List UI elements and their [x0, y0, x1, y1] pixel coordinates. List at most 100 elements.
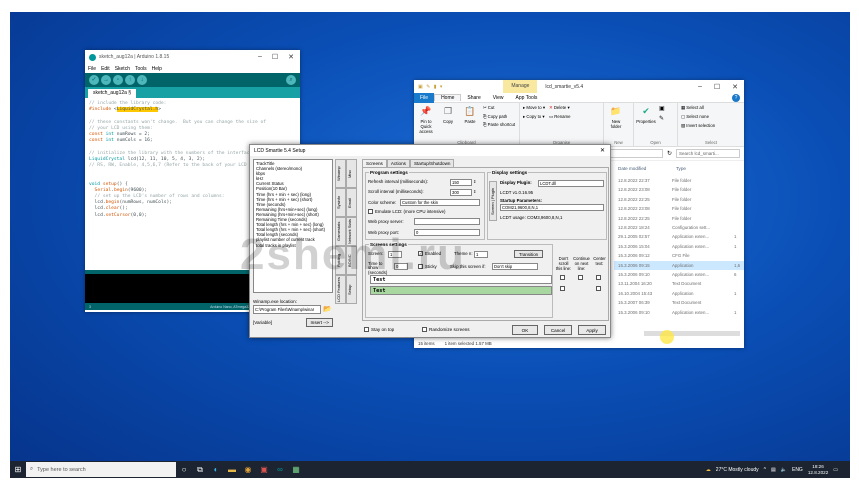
maximize-icon[interactable]: ☐	[714, 83, 720, 91]
file-row[interactable]: 12.8.2022 23:08 File folder	[614, 204, 744, 213]
close-icon[interactable]: ✕	[288, 53, 294, 61]
file-row[interactable]: 13.11.2004 16:20 Text Document	[614, 279, 744, 288]
edit-icon[interactable]: ✎	[659, 115, 665, 122]
taskbar-search[interactable]: ⌕ Type here to search	[26, 462, 176, 477]
tray-chevron-icon[interactable]: ^	[764, 467, 766, 473]
copy-to-button[interactable]: ▸ Copy to ▾	[523, 114, 545, 120]
help-icon[interactable]: ?	[732, 93, 740, 102]
file-row[interactable]: 15.3.2006 15:04 Application exten... 1	[614, 242, 744, 251]
scroll-spinner[interactable]: ⇕	[473, 189, 476, 194]
edge-icon[interactable]: ◐	[208, 465, 224, 474]
file-row[interactable]: 15.3.2007 06:39 Text Document	[614, 298, 744, 307]
task-view-icon[interactable]: ⧉	[192, 465, 208, 475]
close-icon[interactable]: ✕	[600, 147, 610, 154]
tab-app-tools[interactable]: App Tools	[510, 95, 544, 101]
paste-button[interactable]: 📋 Paste	[461, 105, 479, 134]
search-input[interactable]: Search lcd_smarti...	[676, 149, 740, 158]
file-row[interactable]: 15.3.2006 09:15 Application 1,6	[614, 260, 744, 270]
menu-file[interactable]: File	[88, 66, 96, 72]
cortana-icon[interactable]: ○	[176, 465, 192, 474]
tab-actions[interactable]: Actions	[386, 159, 410, 167]
app-icon-1[interactable]: ▣	[256, 465, 272, 474]
center-line-1-checkbox[interactable]	[596, 275, 601, 280]
copy-path-button[interactable]: ⎘ Copy path	[483, 114, 515, 119]
file-row[interactable]: 12.8.2022 18:24 Configuration sett...	[614, 223, 744, 232]
cut-button[interactable]: ✂ Cut	[483, 105, 515, 111]
sketch-tab[interactable]: sketch_aug12a §	[88, 89, 137, 98]
menu-sketch[interactable]: Sketch	[115, 66, 130, 72]
arduino-taskbar-icon[interactable]: ∞	[272, 465, 288, 474]
tab-screens[interactable]: Screens	[362, 159, 387, 167]
new-folder-button[interactable]: 📁 New folder	[607, 105, 625, 129]
transition-button[interactable]: Transition	[514, 250, 544, 258]
file-row[interactable]: 16.10.2004 15:43 Application 1	[614, 289, 744, 298]
select-all-button[interactable]: ▦ Select all	[681, 105, 741, 111]
properties-button[interactable]: ✔ Properties	[636, 105, 656, 124]
lcd-line-2-input[interactable]: Test	[370, 286, 552, 295]
continue-line-1-checkbox[interactable]	[578, 275, 583, 280]
explorer-titlebar[interactable]: ▣ ✎ ▮ ▾ Manage lcd_smartie_v5.4 – ☐ ✕	[414, 80, 744, 93]
tab-misc[interactable]: Misc	[346, 159, 357, 188]
menu-edit[interactable]: Edit	[101, 66, 110, 72]
dont-scroll-line-2-checkbox[interactable]	[560, 286, 565, 291]
randomize-screens-checkbox[interactable]	[422, 327, 427, 332]
display-plugin-select[interactable]: LCDT.dll	[538, 180, 604, 187]
paste-shortcut-button[interactable]: ⎘ Paste shortcut	[483, 122, 515, 127]
file-row[interactable]: 15.3.2006 09:10 Application exten... 6	[614, 270, 744, 279]
screen-plugin-tab[interactable]: Screen | Plugin	[489, 181, 497, 221]
open-icon[interactable]: ▣	[659, 105, 665, 112]
verify-icon[interactable]: ✓	[89, 75, 99, 85]
file-row[interactable]: 12.8.2022 22:25 File folder	[614, 214, 744, 223]
notifications-icon[interactable]: ▭	[833, 467, 838, 473]
menu-tools[interactable]: Tools	[135, 66, 147, 72]
proxy-server-input[interactable]	[414, 218, 480, 225]
tab-home[interactable]: Home	[434, 94, 462, 101]
file-row[interactable]: 12.8.2022 22:37 File folder	[614, 176, 744, 185]
file-row[interactable]: 12.8.2022 22:25 File folder	[614, 195, 744, 204]
select-none-button[interactable]: ▢ Select none	[681, 114, 741, 120]
column-type[interactable]: Type	[676, 166, 686, 174]
maximize-icon[interactable]: ☐	[272, 53, 278, 61]
scroll-interval-input[interactable]: 300	[450, 189, 472, 196]
language-indicator[interactable]: ENG	[792, 467, 803, 473]
refresh-icon[interactable]: ↻	[667, 150, 672, 157]
skip-select[interactable]: Don't skip	[492, 263, 538, 270]
close-icon[interactable]: ✕	[732, 83, 738, 91]
arduino-titlebar[interactable]: sketch_aug12a | Arduino 1.8.15 – ☐ ✕	[85, 50, 300, 64]
dont-scroll-line-1-checkbox[interactable]	[560, 275, 565, 280]
file-row[interactable]: 12.8.2022 23:08 File folder	[614, 185, 744, 194]
insert-button[interactable]: Insert -->	[306, 318, 333, 327]
menu-help[interactable]: Help	[152, 66, 162, 72]
windows-start-icon[interactable]: ⊞	[10, 465, 26, 474]
cancel-button[interactable]: Cancel	[544, 325, 572, 335]
tab-winamp[interactable]: Winamp	[335, 159, 346, 188]
theme-input[interactable]: 1	[474, 251, 488, 258]
upload-icon[interactable]: →	[101, 75, 111, 85]
file-row[interactable]: 29.1.2005 02:57 Application exten... 1	[614, 232, 744, 241]
chrome-icon[interactable]: ◉	[240, 465, 256, 474]
open-icon[interactable]: ↑	[125, 75, 135, 85]
browse-folder-icon[interactable]: 📂	[323, 305, 332, 314]
apply-button[interactable]: Apply	[578, 325, 606, 335]
refresh-spinner[interactable]: ⇕	[473, 179, 476, 184]
invert-selection-button[interactable]: ▧ Invert selection	[681, 123, 741, 129]
quick-access-toolbar[interactable]: ▣ ✎ ▮ ▾	[414, 84, 443, 90]
move-to-button[interactable]: ▸ Move to ▾	[523, 105, 545, 111]
tab-file[interactable]: File	[414, 92, 435, 103]
file-explorer-icon[interactable]: ▬	[224, 465, 240, 474]
delete-button[interactable]: ✕ Delete ▾	[549, 105, 571, 111]
clock[interactable]: 18:26 12.8.2022	[808, 464, 828, 476]
column-date-modified[interactable]: Date modified	[618, 166, 646, 174]
pin-button[interactable]: 📌 Pin to Quick access	[417, 105, 435, 134]
tab-email[interactable]: Email	[346, 188, 357, 217]
volume-icon[interactable]: 🔈	[781, 467, 787, 473]
rename-button[interactable]: ▭ Rename	[549, 114, 571, 120]
horizontal-scrollbar[interactable]	[644, 331, 740, 336]
new-icon[interactable]: ▫	[113, 75, 123, 85]
refresh-interval-input[interactable]: 150	[450, 179, 472, 186]
center-line-2-checkbox[interactable]	[596, 286, 601, 291]
tab-sysinfo[interactable]: Sysinfo	[335, 188, 346, 217]
serial-monitor-icon[interactable]: ⌕	[286, 75, 296, 85]
lcd-titlebar[interactable]: LCD Smartie 5.4 Setup ✕	[250, 145, 610, 156]
minimize-icon[interactable]: –	[258, 53, 262, 61]
